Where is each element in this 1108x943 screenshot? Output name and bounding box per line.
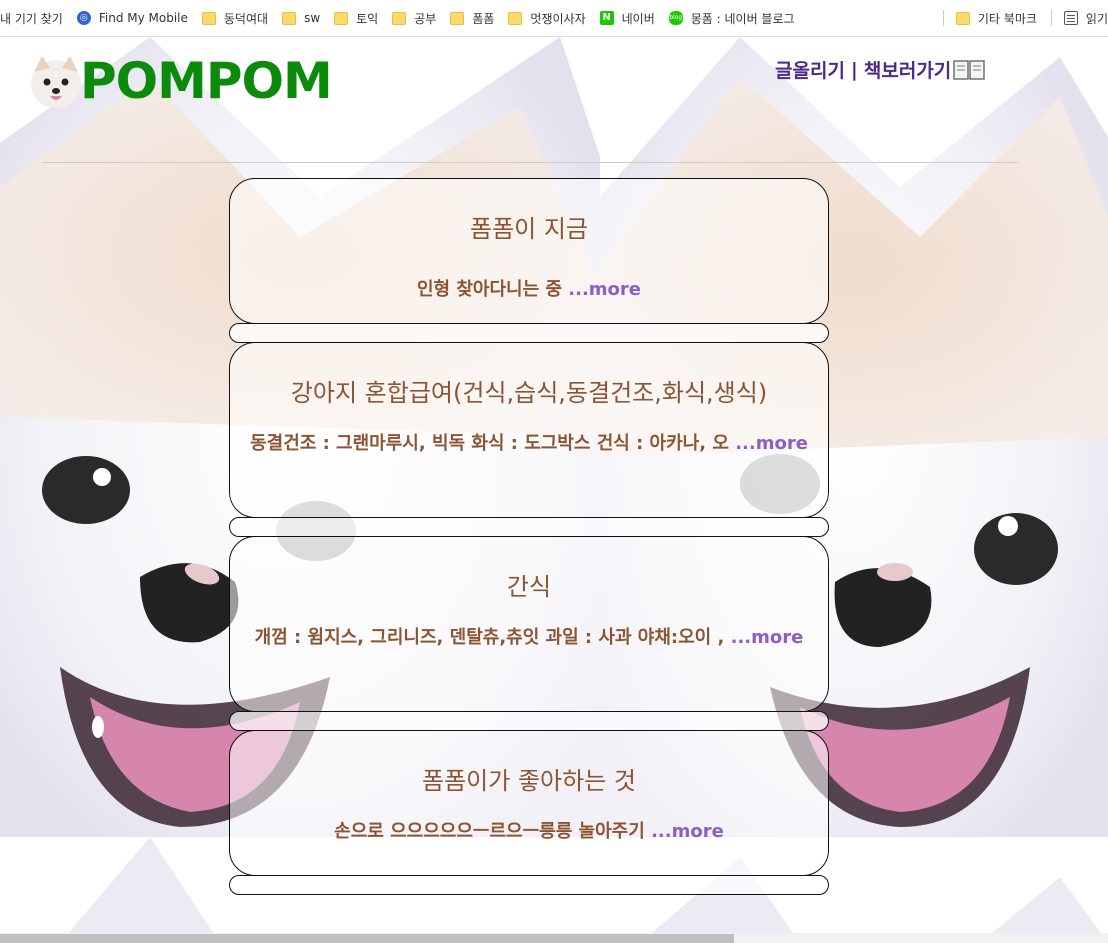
card-body: 개껌 : 윔지스, 그리니즈, 덴탈츄,츄잇 과일 : 사과 야채:오이 , .… — [230, 622, 828, 654]
post-card[interactable]: 폼폼이가 좋아하는 것 손으로 으으으으으ㅡ르으ㅡ릉릉 놀아주기 ...more — [229, 730, 829, 876]
puppy-logo-icon — [31, 56, 81, 108]
card-excerpt: 인형 찾아다니는 중 — [416, 279, 562, 300]
bookmark-label: Find My Mobile — [98, 11, 188, 25]
header-divider — [42, 162, 1018, 163]
nav-books-link[interactable]: 책보러가기 — [864, 56, 951, 83]
folder-icon — [392, 11, 407, 25]
top-nav: 글올리기 | 책보러가기 — [775, 56, 985, 83]
more-link[interactable]: ...more — [735, 433, 808, 454]
card-body: 동결건조 : 그랜마루시, 빅독 화식 : 도그박스 건식 : 아카나, 오 .… — [230, 428, 828, 460]
brand[interactable]: POMPOM — [30, 52, 333, 110]
more-link[interactable]: ...more — [731, 627, 804, 648]
card-footer-bar — [229, 323, 829, 343]
bookmark-label: 기타 북마크 — [977, 11, 1037, 26]
folder-icon — [201, 11, 216, 25]
card-title: 강아지 혼합급여(건식,습식,동결건조,화식,생식) — [290, 379, 768, 407]
card-body: 인형 찾아다니는 중 ...more — [230, 274, 828, 306]
blog-icon: blog — [668, 11, 683, 25]
bookmark-folder-likelion[interactable]: 멋쟁이사자 — [508, 10, 586, 27]
bookmark-naver-blog[interactable]: blog 몽폼 : 네이버 블로그 — [668, 10, 795, 27]
folder-icon — [508, 11, 523, 25]
horizontal-scrollbar[interactable] — [0, 933, 1108, 943]
bookmark-label: 폼폼 — [472, 11, 495, 26]
card-footer-bar — [229, 875, 829, 895]
bookmark-folder-pompom[interactable]: 폼폼 — [450, 10, 494, 27]
more-link[interactable]: ...more — [568, 279, 641, 300]
bookmarks-bar: 내 기기 찾기 ◎ Find My Mobile 동덕여대 sw 토익 공부 폼폼… — [0, 0, 1108, 37]
bookmark-label: 멋쟁이사자 — [530, 11, 586, 26]
card-excerpt: 손으로 으으으으으ㅡ르으ㅡ릉릉 놀아주기 — [334, 821, 645, 842]
post-card[interactable]: 간식 개껌 : 윔지스, 그리니즈, 덴탈츄,츄잇 과일 : 사과 야채:오이 … — [229, 536, 829, 712]
bookmark-separator — [1050, 10, 1052, 26]
bookmark-folder-dongduk[interactable]: 동덕여대 — [201, 10, 269, 27]
bookmark-label: 네이버 — [621, 11, 655, 26]
bookmark-label: sw — [304, 11, 321, 25]
bookmark-label: 내 기기 찾기 — [0, 11, 63, 26]
card-footer-bar — [229, 517, 829, 537]
bookmark-label: 읽기 — [1085, 11, 1108, 26]
bookmark-label: 동덕여대 — [223, 11, 269, 26]
bookmark-folder-study[interactable]: 공부 — [392, 10, 436, 27]
nav-write-link[interactable]: 글올리기 — [775, 56, 845, 83]
card-excerpt: 개껌 : 윔지스, 그리니즈, 덴탈츄,츄잇 과일 : 사과 야채:오이 , — [254, 627, 725, 648]
bookmark-reading-list[interactable]: 읽기 — [1063, 10, 1108, 27]
naver-icon: N — [599, 11, 614, 25]
card-title: 폼폼이가 좋아하는 것 — [422, 767, 636, 795]
folder-icon — [334, 11, 349, 25]
nav-separator: | — [850, 58, 858, 81]
card-title: 간식 — [506, 573, 552, 601]
folder-icon — [955, 11, 970, 25]
post-card[interactable]: 강아지 혼합급여(건식,습식,동결건조,화식,생식) 동결건조 : 그랜마루시,… — [229, 342, 829, 518]
bookmark-folder-sw[interactable]: sw — [282, 11, 320, 25]
bookmark-find-device[interactable]: 내 기기 찾기 — [0, 10, 63, 27]
bookmark-label: 공부 — [414, 11, 437, 26]
reading-list-icon — [1063, 11, 1078, 25]
card-footer-bar — [229, 711, 829, 731]
bookmark-label: 몽폼 : 네이버 블로그 — [690, 11, 795, 26]
bookmark-other-folder[interactable]: 기타 북마크 — [955, 10, 1037, 27]
bookmark-label: 토익 — [356, 11, 379, 26]
book-icon — [953, 59, 985, 80]
card-title: 폼폼이 지금 — [469, 215, 589, 243]
folder-icon — [282, 11, 297, 25]
bookmark-naver[interactable]: N 네이버 — [599, 10, 655, 27]
card-excerpt: 동결건조 : 그랜마루시, 빅독 화식 : 도그박스 건식 : 아카나, 오 — [250, 433, 729, 454]
brand-title: POMPOM — [80, 52, 333, 110]
post-card[interactable]: 폼폼이 지금 인형 찾아다니는 중 ...more — [229, 178, 829, 324]
folder-icon — [450, 11, 465, 25]
bookmark-folder-toeic[interactable]: 토익 — [334, 10, 378, 27]
bookmark-find-my-mobile[interactable]: ◎ Find My Mobile — [76, 11, 188, 25]
bookmark-separator — [942, 10, 944, 26]
scrollbar-thumb[interactable] — [0, 934, 734, 943]
card-body: 손으로 으으으으으ㅡ르으ㅡ릉릉 놀아주기 ...more — [230, 816, 828, 848]
find-my-mobile-icon: ◎ — [76, 11, 91, 25]
more-link[interactable]: ...more — [651, 821, 724, 842]
